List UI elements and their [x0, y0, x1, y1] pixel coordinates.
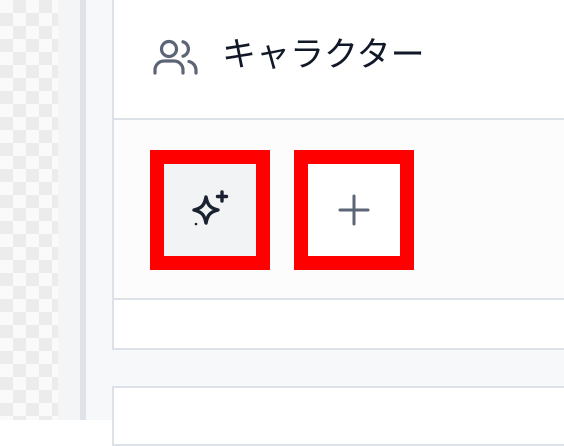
- generate-character-button[interactable]: [150, 150, 270, 270]
- plus-icon: [338, 194, 370, 226]
- section-title: キャラクター: [222, 35, 425, 75]
- users-icon: [153, 39, 198, 75]
- next-section-card: [112, 386, 564, 446]
- section-header: キャラクター: [114, 0, 564, 120]
- transparent-backdrop: [0, 0, 58, 420]
- add-character-button[interactable]: [294, 150, 414, 270]
- sparkles-icon: [192, 190, 229, 226]
- section-actions: [114, 120, 564, 300]
- character-section: キャラクター: [112, 0, 564, 350]
- sidebar-gap: [58, 0, 80, 420]
